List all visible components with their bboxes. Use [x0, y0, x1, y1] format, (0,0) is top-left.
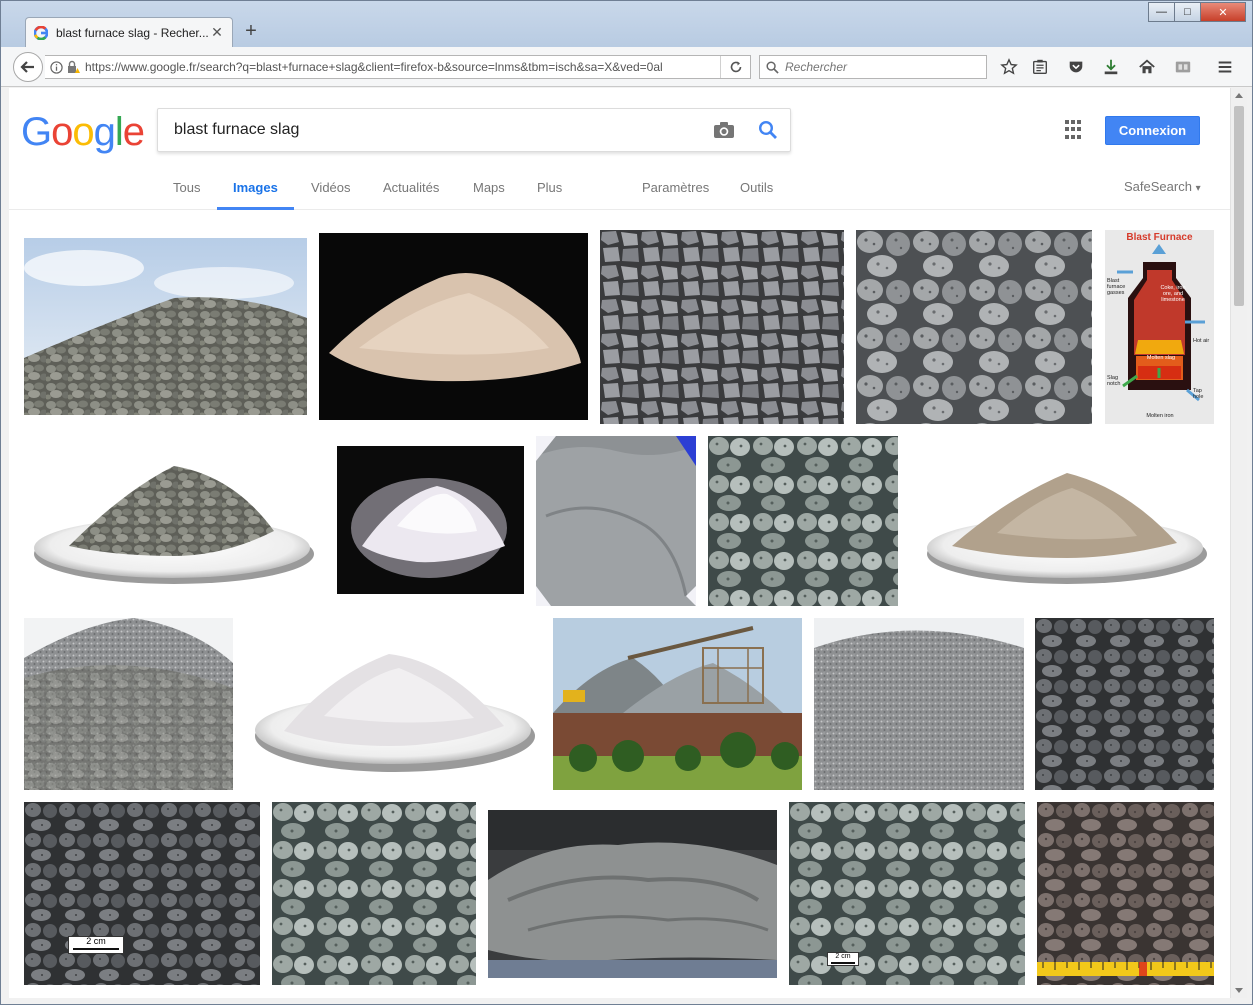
download-icon[interactable] [1100, 56, 1122, 78]
image-result[interactable] [814, 618, 1024, 790]
image-result[interactable] [1035, 618, 1214, 790]
google-logo[interactable]: Google [21, 110, 145, 155]
search-tabs: Tous Images Vidéos Actualités Maps Plus … [9, 172, 1230, 210]
back-button[interactable] [13, 52, 43, 82]
url-text[interactable]: https://www.google.fr/search?q=blast+fur… [85, 60, 720, 74]
google-search-box [157, 108, 791, 152]
page-scrollbar[interactable] [1230, 88, 1247, 998]
sign-in-button[interactable]: Connexion [1105, 116, 1200, 145]
browser-search-bar[interactable] [759, 55, 987, 79]
scale-label: 2 cm [835, 953, 851, 960]
image-result[interactable] [24, 238, 307, 415]
browser-window: blast furnace slag - Recher... ✕ + — □ ✕ [0, 0, 1253, 1005]
google-favicon-icon [34, 25, 48, 40]
scale-bar: 2 cm [68, 936, 124, 954]
image-result[interactable] [1037, 802, 1214, 985]
infographic-label: Tap hole [1193, 388, 1204, 400]
image-result[interactable] [249, 636, 541, 784]
page-viewport: Google Connexion Tous Images Vidéo [9, 88, 1230, 998]
tab-more[interactable]: Plus [537, 180, 562, 210]
tab-all[interactable]: Tous [173, 180, 200, 210]
image-result[interactable] [272, 802, 476, 985]
tab-videos[interactable]: Vidéos [311, 180, 351, 210]
infographic-label: Molten iron [1146, 413, 1174, 419]
scroll-thumb[interactable] [1234, 106, 1244, 306]
image-result[interactable] [319, 233, 588, 420]
image-result-infographic[interactable]: Blast Furnace Coke, iron ore, and limest… [1105, 230, 1214, 424]
chevron-down-icon: ▾ [1195, 183, 1201, 194]
safesearch-dropdown[interactable]: SafeSearch ▾ [1124, 179, 1201, 194]
image-result[interactable] [488, 810, 777, 978]
logo-letter: G [21, 110, 52, 154]
tab-images[interactable]: Images [217, 180, 294, 210]
image-result[interactable] [856, 230, 1092, 424]
maximize-button[interactable]: □ [1174, 2, 1201, 22]
google-apps-grid-icon[interactable] [1065, 120, 1085, 140]
infographic-label: Coke, iron ore, and limestone [1160, 285, 1186, 303]
reload-icon [730, 61, 741, 73]
navigation-toolbar: https://www.google.fr/search?q=blast+fur… [1, 47, 1252, 87]
site-info[interactable] [45, 60, 85, 74]
home-icon[interactable] [1136, 56, 1158, 78]
image-result[interactable] [600, 230, 844, 424]
scale-label: 2 cm [86, 936, 106, 946]
tab-news[interactable]: Actualités [383, 180, 439, 210]
back-arrow-icon [20, 61, 34, 73]
extension-icon[interactable] [1172, 56, 1194, 78]
window-controls: — □ ✕ [1148, 2, 1246, 22]
safesearch-label: SafeSearch [1124, 179, 1192, 194]
image-result[interactable] [536, 436, 696, 606]
image-result[interactable]: 2 cm [24, 802, 260, 985]
close-window-button[interactable]: ✕ [1200, 2, 1246, 22]
search-input[interactable] [158, 121, 702, 139]
logo-letter: e [122, 110, 145, 154]
infographic-label: Slag notch [1107, 375, 1121, 387]
search-submit-button[interactable] [746, 109, 790, 151]
search-by-image-button[interactable] [702, 109, 746, 151]
browser-search-input[interactable] [785, 60, 975, 74]
new-tab-button[interactable]: + [241, 19, 261, 43]
image-result[interactable]: 2 cm [789, 802, 1025, 985]
image-result[interactable] [337, 446, 524, 594]
reload-button[interactable] [720, 56, 750, 78]
title-bar: blast furnace slag - Recher... ✕ + — □ ✕ [1, 1, 1252, 47]
bookmark-star-icon[interactable] [998, 56, 1020, 78]
browser-tab[interactable]: blast furnace slag - Recher... ✕ [25, 17, 233, 47]
lock-warning-icon [68, 60, 80, 73]
hamburger-menu-icon[interactable] [1214, 56, 1236, 78]
image-result[interactable] [24, 618, 233, 790]
infographic-label: Blast furnace gasses [1107, 278, 1126, 296]
scale-bar: 2 cm [827, 952, 859, 966]
scroll-down-arrow-icon[interactable] [1235, 988, 1243, 993]
image-result[interactable] [708, 436, 898, 606]
bookmarks-list-icon[interactable] [1029, 56, 1051, 78]
logo-letter: o [72, 110, 94, 154]
tab-title: blast furnace slag - Recher... [56, 25, 209, 40]
logo-letter: g [93, 110, 116, 154]
tab-tools[interactable]: Outils [740, 180, 773, 210]
camera-icon [714, 122, 734, 138]
image-result[interactable] [553, 618, 802, 790]
url-bar[interactable]: https://www.google.fr/search?q=blast+fur… [45, 55, 751, 79]
image-result[interactable] [24, 436, 325, 596]
scroll-up-arrow-icon[interactable] [1235, 93, 1243, 98]
logo-letter: o [51, 110, 73, 154]
minimize-button[interactable]: — [1148, 2, 1175, 22]
search-icon [766, 60, 779, 74]
infographic-label: Molten slag [1146, 355, 1176, 361]
infographic-label: Hot air [1193, 338, 1210, 344]
tab-close-icon[interactable]: ✕ [210, 24, 224, 41]
tab-settings[interactable]: Paramètres [642, 180, 709, 210]
magnifier-icon [758, 120, 777, 139]
pocket-icon[interactable] [1065, 56, 1087, 78]
info-icon [50, 60, 63, 74]
image-result[interactable] [917, 458, 1214, 596]
infographic-title: Blast Furnace [1126, 232, 1193, 243]
tab-maps[interactable]: Maps [473, 180, 505, 210]
logo-letter: l [114, 110, 124, 154]
